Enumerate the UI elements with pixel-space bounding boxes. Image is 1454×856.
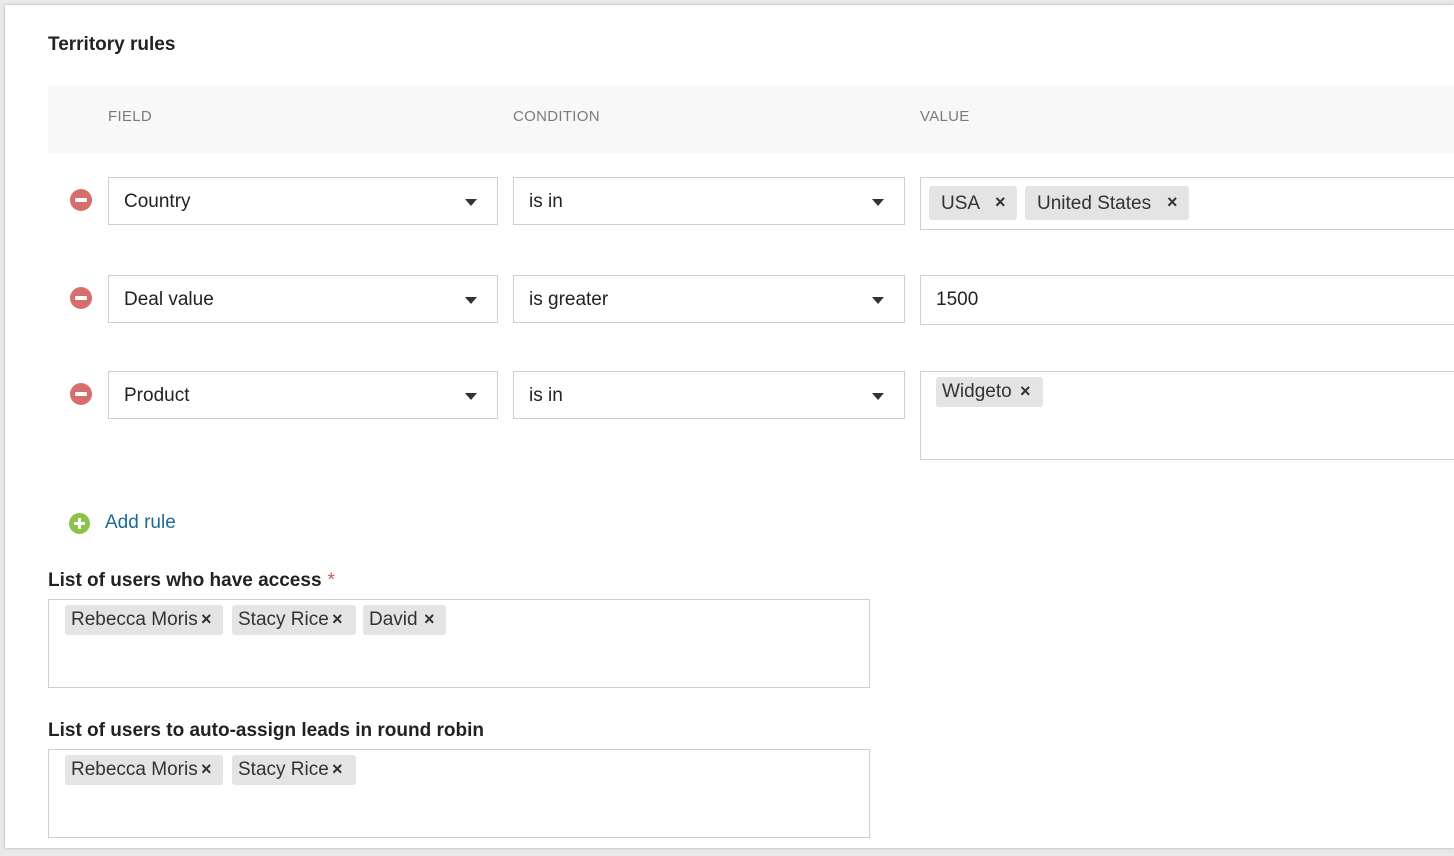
plus-circle-icon <box>69 513 90 534</box>
rule-condition-select[interactable]: is in <box>513 371 905 419</box>
required-marker: * <box>327 570 335 591</box>
caret-down-icon <box>465 393 477 400</box>
rules-header <box>48 85 1454 153</box>
round-robin-users-multiselect[interactable]: Rebecca Moris × Stacy Rice × <box>48 749 870 838</box>
territory-rules-panel: Territory rules FIELD CONDITION VALUE Co… <box>5 5 1454 848</box>
caret-down-icon <box>465 199 477 206</box>
value-chip: USA × <box>929 186 1017 220</box>
user-chip: David × <box>363 605 446 635</box>
caret-down-icon <box>872 393 884 400</box>
access-users-label: List of users who have access * <box>48 570 335 591</box>
user-chip: Stacy Rice × <box>232 755 356 785</box>
caret-down-icon <box>872 297 884 304</box>
rule-field-select[interactable]: Product <box>108 371 498 419</box>
rule-field-value: Deal value <box>124 289 214 310</box>
access-users-multiselect[interactable]: Rebecca Moris × Stacy Rice × David × <box>48 599 870 688</box>
close-icon[interactable]: × <box>332 609 343 630</box>
column-header-field: FIELD <box>108 108 153 125</box>
remove-rule-icon[interactable] <box>70 287 92 309</box>
rule-condition-select[interactable]: is in <box>513 177 905 225</box>
close-icon[interactable]: × <box>1167 192 1178 213</box>
close-icon[interactable]: × <box>332 759 343 780</box>
rule-field-select[interactable]: Country <box>108 177 498 225</box>
remove-rule-icon[interactable] <box>70 383 92 405</box>
rule-value-input[interactable]: 1500 <box>920 275 1454 325</box>
close-icon[interactable]: × <box>424 609 435 630</box>
user-chip: Rebecca Moris × <box>65 755 223 785</box>
rule-field-value: Country <box>124 191 191 212</box>
rule-value-multiselect[interactable]: Widgeto × <box>920 371 1454 460</box>
user-chip: Stacy Rice × <box>232 605 356 635</box>
rule-value-multiselect[interactable]: USA × United States × <box>920 177 1454 230</box>
close-icon[interactable]: × <box>995 192 1006 213</box>
rule-condition-value: is in <box>529 191 563 212</box>
rule-field-select[interactable]: Deal value <box>108 275 498 323</box>
remove-rule-icon[interactable] <box>70 189 92 211</box>
caret-down-icon <box>872 199 884 206</box>
rule-condition-select[interactable]: is greater <box>513 275 905 323</box>
rule-condition-value: is in <box>529 385 563 406</box>
value-chip: United States × <box>1025 186 1189 220</box>
round-robin-users-label: List of users to auto-assign leads in ro… <box>48 720 484 741</box>
add-rule-label: Add rule <box>105 512 176 533</box>
value-chip: Widgeto × <box>936 377 1043 407</box>
caret-down-icon <box>465 297 477 304</box>
rule-condition-value: is greater <box>529 289 609 310</box>
close-icon[interactable]: × <box>201 759 212 780</box>
column-header-condition: CONDITION <box>513 108 600 125</box>
user-chip: Rebecca Moris × <box>65 605 223 635</box>
section-title: Territory rules <box>48 34 176 55</box>
close-icon[interactable]: × <box>201 609 212 630</box>
close-icon[interactable]: × <box>1020 381 1031 402</box>
rule-value-text: 1500 <box>936 289 979 310</box>
rule-field-value: Product <box>124 385 190 406</box>
column-header-value: VALUE <box>920 108 970 125</box>
